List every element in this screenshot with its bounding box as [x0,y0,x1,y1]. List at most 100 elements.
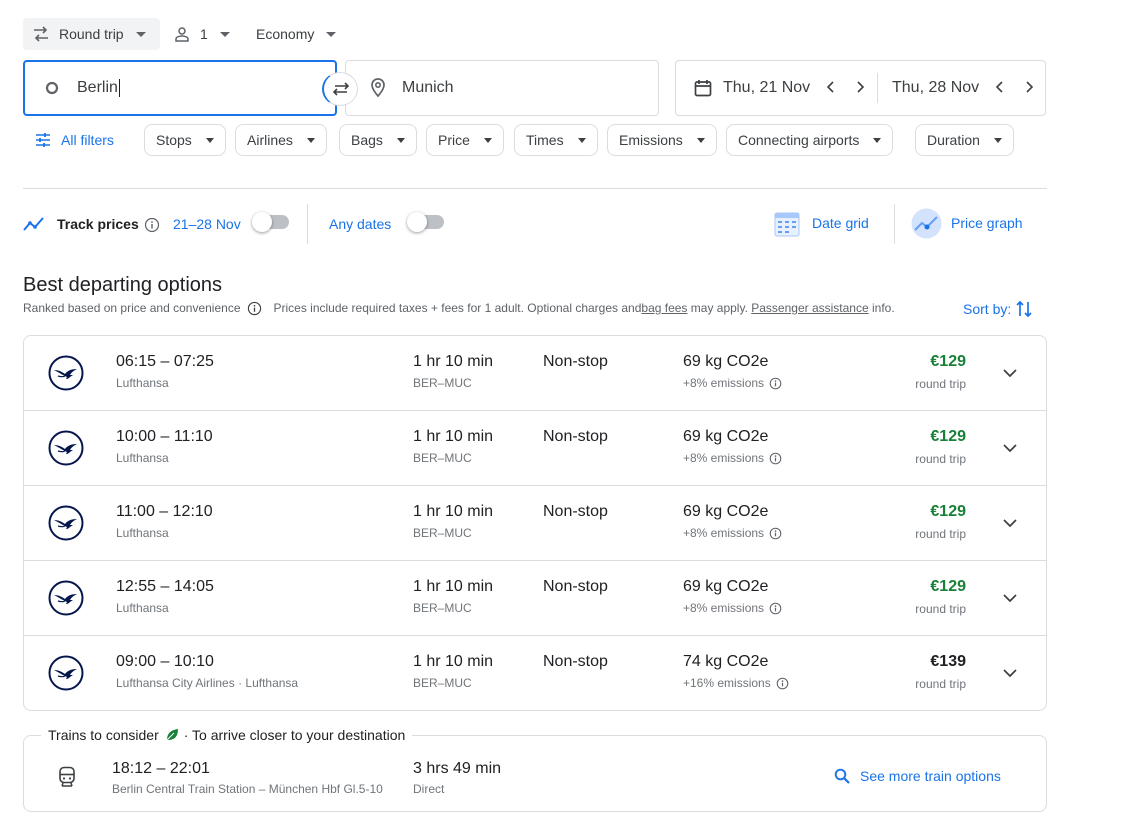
flight-stops: Non-stop [543,503,608,520]
bag-fees-link[interactable]: bag fees [641,301,687,315]
train-type: Direct [413,782,445,796]
flight-price: €129 [930,353,966,370]
sort-arrows-icon [1016,300,1032,318]
tune-icon [35,132,51,148]
emissions-label: +8% emissions [683,526,765,540]
swap-locations-button[interactable] [322,72,358,106]
date-grid-button[interactable]: Date grid [774,208,869,238]
price-graph-icon [911,208,942,239]
flight-price-type: round trip [915,377,966,391]
filter-emissions[interactable]: Emissions [607,124,717,156]
filter-times[interactable]: Times [514,124,598,156]
flight-route: BER–MUC [413,526,472,540]
flight-airline: Lufthansa City Airlines · Lufthansa [116,676,299,690]
info-icon[interactable] [144,217,160,233]
flight-emissions: +8% emissions [683,601,782,615]
flight-price-type: round trip [915,602,966,616]
flight-stops: Non-stop [543,578,608,595]
date-grid-label: Date grid [812,215,869,231]
prices-note-3: info. [868,301,895,315]
flight-row-2[interactable]: 10:00 – 11:10 Lufthansa 1 hr 10 min BER–… [24,411,1046,486]
flight-row-5[interactable]: 09:00 – 10:10 Lufthansa City Airlines · … [24,636,1046,710]
lufthansa-logo-icon [48,355,84,391]
any-dates-label: Any dates [329,216,392,232]
chevron-down-icon [326,31,337,37]
prev-depart-date-button[interactable] [825,79,837,95]
prices-note-1: Prices include required taxes + fees for… [273,301,642,315]
chevron-down-icon [219,31,230,37]
all-filters-button[interactable]: All filters [35,124,114,156]
next-depart-date-button[interactable] [854,79,866,95]
chevron-down-icon [396,137,405,143]
chip-label: Emissions [619,132,683,148]
flight-row-4[interactable]: 12:55 – 14:05 Lufthansa 1 hr 10 min BER–… [24,561,1046,636]
date-divider [877,73,878,103]
chevron-right-icon [1026,81,1034,93]
flight-row-3[interactable]: 11:00 – 12:10 Lufthansa 1 hr 10 min BER–… [24,486,1046,561]
sort-by-button[interactable]: Sort by: [963,299,1032,319]
filter-connecting-airports[interactable]: Connecting airports [726,124,894,156]
next-return-date-button[interactable] [1023,79,1035,95]
info-icon[interactable] [769,602,782,615]
passenger-assistance-link[interactable]: Passenger assistance [751,301,868,315]
filter-duration[interactable]: Duration [915,124,1014,156]
toggle-knob [407,212,427,232]
expand-flight-button[interactable] [1000,438,1020,458]
info-icon[interactable] [769,452,782,465]
chevron-down-icon [1003,594,1017,603]
depart-date-input[interactable]: Thu, 21 Nov [694,61,810,115]
info-icon[interactable] [769,377,782,390]
toggle-knob [252,212,272,232]
flight-row-1[interactable]: 06:15 – 07:25 Lufthansa 1 hr 10 min BER–… [24,336,1046,411]
any-dates-toggle[interactable] [407,212,444,232]
flight-duration: 1 hr 10 min [413,428,494,445]
cabin-class-select[interactable]: Economy [256,18,337,50]
flight-airline: Lufthansa [116,376,169,390]
flight-times: 09:00 – 10:10 [116,653,214,670]
vertical-divider [894,204,895,244]
flight-airline: Lufthansa [116,526,169,540]
filter-price[interactable]: Price [426,124,504,156]
origin-input[interactable]: Berlin [23,60,337,116]
chevron-down-icon [873,137,882,143]
flight-co2: 69 kg CO2e [683,503,769,520]
trains-subtitle: · To arrive closer to your destination [183,727,406,743]
trip-type-select[interactable]: Round trip [23,18,160,50]
expand-flight-button[interactable] [1000,588,1020,608]
track-prices-toggle[interactable] [252,212,289,232]
info-icon[interactable] [769,527,782,540]
chevron-down-icon [1003,444,1017,453]
flight-co2: 69 kg CO2e [683,353,769,370]
info-icon[interactable] [247,301,262,316]
destination-input[interactable]: Munich [345,60,659,116]
price-graph-button[interactable]: Price graph [911,208,1023,238]
return-date-value: Thu, 28 Nov [892,79,980,96]
trains-section: 18:12 – 22:01 Berlin Central Train Stati… [23,735,1047,812]
origin-value: Berlin [77,79,118,96]
info-icon[interactable] [776,677,789,690]
train-times: 18:12 – 22:01 [112,760,210,777]
expand-flight-button[interactable] [1000,663,1020,683]
trend-icon [23,216,47,232]
filter-airlines[interactable]: Airlines [235,124,327,156]
flight-duration: 1 hr 10 min [413,353,494,370]
chevron-down-icon [306,137,315,143]
flight-emissions: +8% emissions [683,376,782,390]
flight-co2: 69 kg CO2e [683,578,769,595]
chevron-left-icon [995,81,1003,93]
swap-arrows-icon [32,26,50,42]
filter-stops[interactable]: Stops [144,124,226,156]
prev-return-date-button[interactable] [994,79,1006,95]
see-more-trains-button[interactable]: See more train options [834,766,1001,786]
lufthansa-logo-icon [48,430,84,466]
return-date-input[interactable]: Thu, 28 Nov [892,61,979,115]
passengers-select[interactable]: 1 [172,18,230,50]
vertical-divider [307,204,308,244]
expand-flight-button[interactable] [1000,513,1020,533]
flight-times: 06:15 – 07:25 [116,353,214,370]
expand-flight-button[interactable] [1000,363,1020,383]
text-cursor [118,79,120,97]
chip-label: Stops [156,132,192,148]
filter-bags[interactable]: Bags [339,124,417,156]
chevron-down-icon [1003,519,1017,528]
